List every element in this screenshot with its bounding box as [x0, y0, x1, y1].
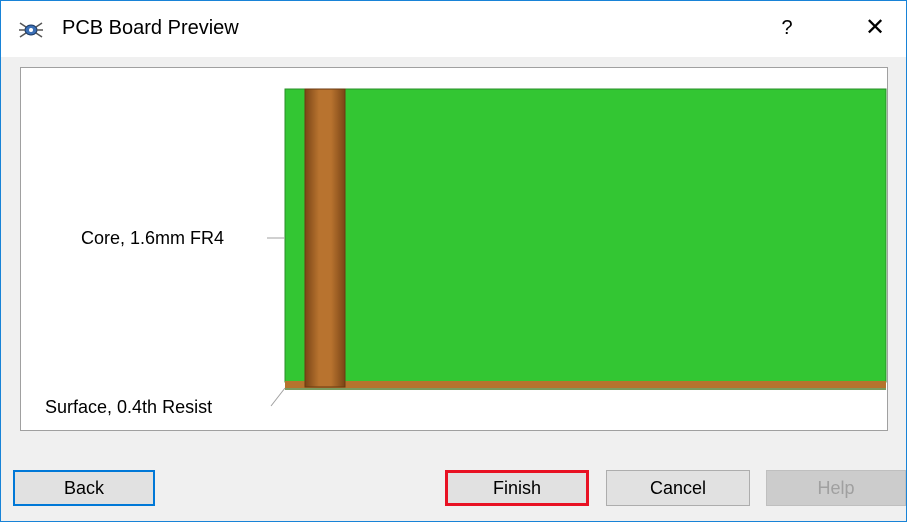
finish-button[interactable]: Finish: [445, 470, 589, 506]
window-title: PCB Board Preview: [62, 17, 239, 39]
pcb-bug-icon: [17, 19, 45, 41]
board-preview-panel: Core, 1.6mm FR4 Surface, 0.4th Resist: [20, 67, 888, 431]
surface-layer-label: Surface, 0.4th Resist: [45, 397, 213, 417]
dialog-window: PCB Board Preview ? ✕ Core, 1.6mm FR4 Su…: [0, 0, 907, 522]
title-bar: PCB Board Preview ? ✕: [1, 1, 906, 57]
close-button[interactable]: ✕: [857, 11, 893, 45]
board-stackup-drawing: [267, 88, 887, 407]
help-question-button[interactable]: ?: [773, 13, 801, 43]
back-button[interactable]: Back: [13, 470, 155, 506]
via-barrel: [304, 88, 346, 388]
core-layer-label: Core, 1.6mm FR4: [81, 228, 225, 248]
surface-layer: [285, 381, 886, 388]
core-layer: [284, 88, 887, 383]
surface-leader-line: [270, 387, 286, 407]
cancel-button[interactable]: Cancel: [606, 470, 750, 506]
help-button[interactable]: Help: [766, 470, 906, 506]
